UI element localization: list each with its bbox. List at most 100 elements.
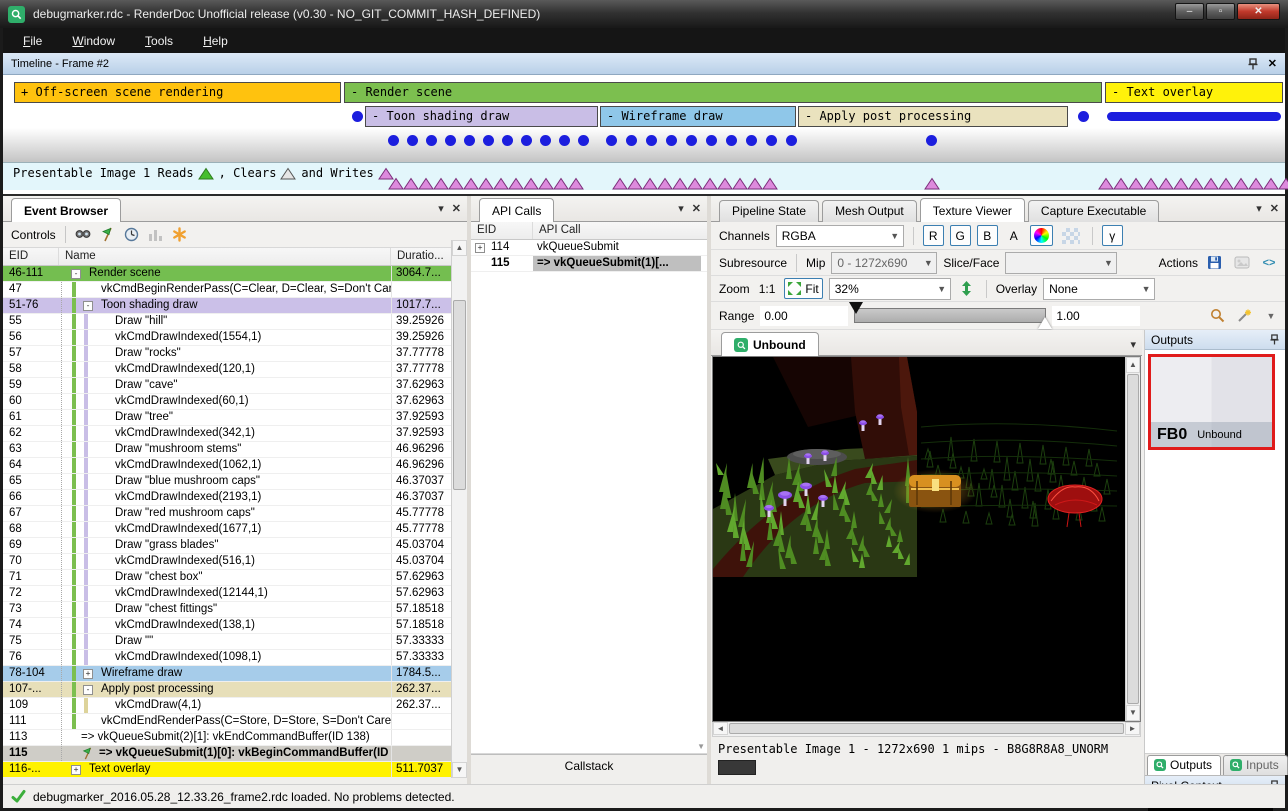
event-browser-close-icon[interactable]: ✕ bbox=[452, 202, 461, 215]
event-row-107[interactable]: 107-...-Apply post processing262.37... bbox=[3, 682, 467, 698]
red-channel-button[interactable]: R bbox=[923, 225, 944, 246]
expander-expand-icon[interactable]: + bbox=[83, 669, 93, 679]
timeline-body[interactable]: + Off-screen scene rendering- Render sce… bbox=[3, 75, 1285, 196]
event-row-47[interactable]: 47vkCmdBeginRenderPass(C=Clear, D=Clear,… bbox=[3, 282, 467, 298]
right-panel-menu-caret-icon[interactable]: ▾ bbox=[1256, 202, 1262, 215]
event-row-57[interactable]: 57Draw "rocks"37.77778 bbox=[3, 346, 467, 362]
event-row-59[interactable]: 59Draw "cave"37.62963 bbox=[3, 378, 467, 394]
gamma-button[interactable]: γ bbox=[1102, 225, 1123, 246]
event-row-58[interactable]: 58vkCmdDrawIndexed(120,1)37.77778 bbox=[3, 362, 467, 378]
scroll-up-icon[interactable]: ▲ bbox=[452, 240, 467, 256]
tab-event-browser[interactable]: Event Browser bbox=[11, 198, 121, 222]
minimize-button[interactable]: – bbox=[1175, 3, 1204, 20]
menu-file[interactable]: File bbox=[23, 34, 42, 48]
tab-unbound-texture[interactable]: Unbound bbox=[721, 332, 819, 356]
event-row-76[interactable]: 76vkCmdDrawIndexed(1098,1)57.33333 bbox=[3, 650, 467, 666]
scrollbar-thumb[interactable] bbox=[453, 300, 466, 490]
tab-capture-executable[interactable]: Capture Executable bbox=[1028, 200, 1159, 222]
viewport-scroll-left-icon[interactable]: ◄ bbox=[713, 722, 728, 735]
fb0-thumbnail[interactable]: FB0 Unbound bbox=[1148, 354, 1275, 450]
zoom-fit-button[interactable]: Fit bbox=[784, 278, 822, 299]
timeline-dense-events-bar[interactable] bbox=[1107, 112, 1281, 121]
event-browser-column-headers[interactable]: EID Name Duratio... bbox=[3, 248, 467, 266]
autofit-wand-icon[interactable] bbox=[1234, 305, 1255, 326]
event-row-69[interactable]: 69Draw "grass blades"45.03704 bbox=[3, 538, 467, 554]
event-row-72[interactable]: 72vkCmdDrawIndexed(12144,1)57.62963 bbox=[3, 586, 467, 602]
api-eid-column-header[interactable]: EID bbox=[471, 222, 533, 239]
overlay-combo[interactable]: None▼ bbox=[1043, 278, 1155, 300]
event-row-5176[interactable]: 51-76-Toon shading draw1017.7... bbox=[3, 298, 467, 314]
event-row-113[interactable]: 113=> vkQueueSubmit(2)[1]: vkEndCommandB… bbox=[3, 730, 467, 746]
zoom-1to1-button[interactable]: 1:1 bbox=[756, 278, 779, 299]
timeline-marker-render-scene[interactable]: - Render scene bbox=[344, 82, 1102, 103]
event-row-66[interactable]: 66vkCmdDrawIndexed(2193,1)46.37037 bbox=[3, 490, 467, 506]
expander-expand-icon[interactable]: + bbox=[71, 765, 81, 775]
name-column-header[interactable]: Name bbox=[59, 248, 391, 265]
channels-combo[interactable]: RGBA▼ bbox=[776, 225, 904, 247]
timeline-marker-apply-post-processing[interactable]: - Apply post processing bbox=[798, 106, 1068, 127]
maximize-button[interactable]: ▫ bbox=[1206, 3, 1235, 20]
mip-combo[interactable]: 0 - 1272x690▼ bbox=[831, 252, 937, 274]
event-row-71[interactable]: 71Draw "chest box"57.62963 bbox=[3, 570, 467, 586]
event-row-65[interactable]: 65Draw "blue mushroom caps"46.37037 bbox=[3, 474, 467, 490]
timeline-event-dot[interactable] bbox=[352, 111, 363, 122]
tab-inputs[interactable]: Inputs bbox=[1223, 755, 1288, 775]
bookmark-asterisk-icon[interactable] bbox=[172, 227, 187, 242]
event-row-67[interactable]: 67Draw "red mushroom caps"45.77778 bbox=[3, 506, 467, 522]
expander-collapse-icon[interactable]: - bbox=[71, 269, 81, 279]
api-calls-column-headers[interactable]: EID API Call bbox=[471, 222, 707, 240]
event-row-116[interactable]: 116-...+Text overlay511.7037 bbox=[3, 762, 467, 778]
viewport-scroll-up-icon[interactable]: ▲ bbox=[1126, 357, 1140, 373]
flip-y-icon[interactable] bbox=[957, 278, 977, 299]
event-row-70[interactable]: 70vkCmdDrawIndexed(516,1)45.03704 bbox=[3, 554, 467, 570]
range-black-handle[interactable] bbox=[849, 302, 863, 314]
zoom-range-magnifier-icon[interactable] bbox=[1207, 305, 1228, 326]
close-button[interactable]: ✕ bbox=[1237, 3, 1280, 20]
write-markers-run[interactable] bbox=[1098, 177, 1288, 190]
api-row-114[interactable]: 114+vkQueueSubmit bbox=[471, 240, 707, 256]
event-row-63[interactable]: 63Draw "mushroom stems"46.96296 bbox=[3, 442, 467, 458]
menu-tools[interactable]: Tools bbox=[145, 34, 173, 48]
color-wheel-icon[interactable] bbox=[1030, 225, 1053, 246]
write-markers-run[interactable] bbox=[924, 177, 941, 190]
event-row-73[interactable]: 73Draw "chest fittings"57.18518 bbox=[3, 602, 467, 618]
alpha-channel-button[interactable]: A bbox=[1004, 225, 1024, 246]
event-row-56[interactable]: 56vkCmdDrawIndexed(1554,1)39.25926 bbox=[3, 330, 467, 346]
timeline-draw-dots[interactable] bbox=[388, 135, 589, 146]
time-draws-clock-icon[interactable] bbox=[124, 227, 139, 242]
timeline-draw-dots[interactable] bbox=[606, 135, 797, 146]
expander-collapse-icon[interactable]: - bbox=[83, 301, 93, 311]
pin-icon[interactable] bbox=[1270, 334, 1279, 345]
alpha-checker-icon[interactable] bbox=[1059, 225, 1083, 246]
event-row-109[interactable]: 109vkCmdDraw(4,1)262.37... bbox=[3, 698, 467, 714]
texture-viewport[interactable]: ▲ ▼ bbox=[712, 356, 1141, 722]
texture-tab-caret-icon[interactable]: ▾ bbox=[1130, 338, 1136, 351]
save-icon[interactable] bbox=[1204, 252, 1225, 273]
range-max-field[interactable]: 1.00 bbox=[1052, 306, 1140, 326]
event-browser-menu-caret-icon[interactable]: ▾ bbox=[438, 202, 444, 215]
api-calls-menu-caret-icon[interactable]: ▾ bbox=[678, 202, 684, 215]
tab-api-calls[interactable]: API Calls bbox=[479, 198, 554, 222]
timeline-close-icon[interactable]: ✕ bbox=[1268, 57, 1277, 70]
tab-texture-viewer[interactable]: Texture Viewer bbox=[920, 198, 1025, 222]
slice-face-combo[interactable]: ▼ bbox=[1005, 252, 1117, 274]
range-white-handle[interactable] bbox=[1038, 317, 1052, 329]
event-row-62[interactable]: 62vkCmdDrawIndexed(342,1)37.92593 bbox=[3, 426, 467, 442]
viewport-scroll-down-icon[interactable]: ▼ bbox=[1126, 705, 1140, 721]
event-row-55[interactable]: 55Draw "hill"39.25926 bbox=[3, 314, 467, 330]
callstack-footer[interactable]: Callstack bbox=[471, 754, 707, 778]
write-markers-run[interactable] bbox=[388, 177, 585, 190]
event-row-75[interactable]: 75Draw ""57.33333 bbox=[3, 634, 467, 650]
tab-pipeline-state[interactable]: Pipeline State bbox=[719, 200, 819, 222]
viewport-scroll-right-icon[interactable]: ► bbox=[1125, 722, 1140, 735]
write-markers-run[interactable] bbox=[612, 177, 779, 190]
zoom-combo[interactable]: 32%▼ bbox=[829, 278, 951, 300]
eid-column-header[interactable]: EID bbox=[3, 248, 59, 265]
green-channel-button[interactable]: G bbox=[950, 225, 971, 246]
event-row-78104[interactable]: 78-104+Wireframe draw1784.5... bbox=[3, 666, 467, 682]
timeline-marker-wireframe-draw[interactable]: - Wireframe draw bbox=[600, 106, 796, 127]
pin-icon[interactable] bbox=[1248, 58, 1258, 70]
event-row-74[interactable]: 74vkCmdDrawIndexed(138,1)57.18518 bbox=[3, 618, 467, 634]
viewport-vthumb[interactable] bbox=[1127, 374, 1139, 704]
timeline-draw-dots[interactable] bbox=[926, 135, 937, 146]
